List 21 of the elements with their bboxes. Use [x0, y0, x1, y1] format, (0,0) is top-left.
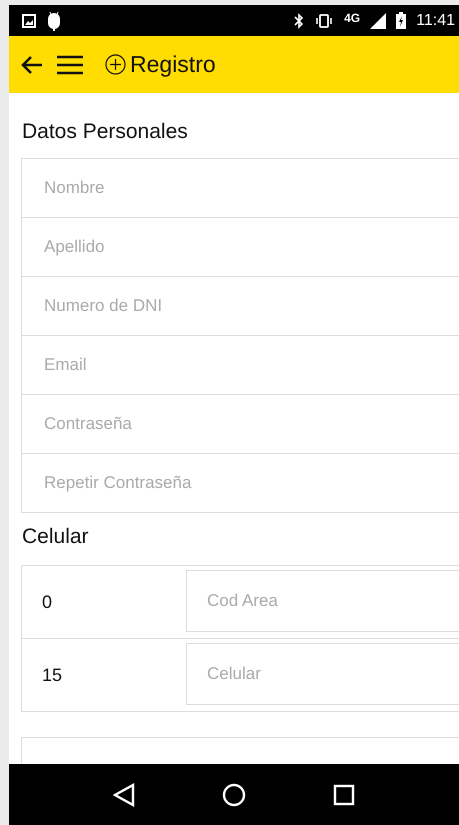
back-nav-button[interactable]	[112, 782, 135, 806]
home-button[interactable]	[222, 782, 246, 806]
robot-icon	[46, 10, 62, 30]
section-heading: Celular	[21, 524, 90, 550]
prefix-label: 0	[41, 592, 54, 612]
plus-circle-icon	[105, 54, 126, 75]
network-type: 4G	[344, 10, 360, 24]
clock-time: 11:41	[416, 12, 455, 30]
input-field[interactable]: Cod Area	[186, 570, 459, 632]
battery-icon	[396, 12, 406, 29]
recents-button[interactable]	[333, 784, 356, 806]
section-heading: Datos Personales	[21, 119, 189, 145]
menu-button[interactable]	[57, 54, 83, 74]
vibrate-icon	[314, 14, 334, 28]
signal-icon	[370, 12, 386, 28]
prefix-label: 15	[41, 664, 64, 686]
page-title: Registro	[130, 51, 216, 78]
back-button[interactable]	[21, 54, 43, 74]
bluetooth-icon	[294, 12, 304, 28]
input-field[interactable]: Celular	[186, 643, 459, 705]
image-icon	[22, 14, 36, 28]
